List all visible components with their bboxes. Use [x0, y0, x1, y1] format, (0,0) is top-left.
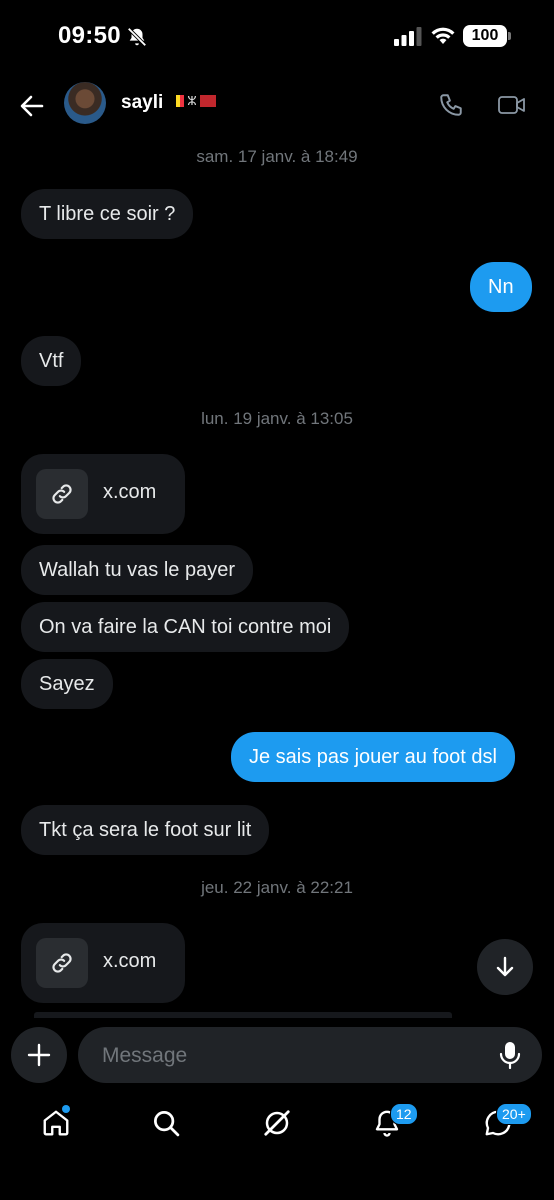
- arrow-down-icon: [496, 956, 514, 977]
- link-icon: [52, 953, 72, 973]
- date-separator: lun. 19 janv. à 13:05: [201, 409, 353, 428]
- nav-grok[interactable]: [259, 1105, 295, 1141]
- date-separator: sam. 17 janv. à 18:49: [196, 147, 358, 166]
- search-icon: [154, 1111, 180, 1137]
- status-bar: 09:50 100: [0, 0, 554, 76]
- cell-signal-icon: [394, 27, 422, 46]
- name-flags: ⵣ: [172, 95, 216, 107]
- link-url: x.com: [103, 950, 157, 972]
- link-icon: [52, 484, 72, 504]
- message-received[interactable]: On va faire la CAN toi contre moi: [21, 602, 350, 652]
- morocco-flag-icon: [200, 95, 216, 107]
- link-url: x.com: [103, 481, 157, 503]
- wifi-icon: [431, 27, 455, 44]
- status-time: 09:50: [58, 22, 121, 49]
- bottom-navigation: 12 20+: [0, 1095, 554, 1155]
- message-received[interactable]: Vtf: [21, 336, 82, 386]
- message-received[interactable]: Sayez: [21, 659, 113, 709]
- message-input[interactable]: [100, 1027, 484, 1085]
- avatar[interactable]: [64, 82, 106, 124]
- microphone-icon[interactable]: [498, 1041, 522, 1069]
- nav-search[interactable]: [148, 1105, 184, 1141]
- message-sent[interactable]: Nn: [470, 262, 532, 312]
- message-composer: [78, 1027, 542, 1085]
- plus-icon: [27, 1043, 51, 1067]
- video-call-icon[interactable]: [497, 92, 527, 118]
- message-sent[interactable]: Je sais pas jouer au foot dsl: [231, 732, 515, 782]
- grok-icon: [264, 1110, 290, 1136]
- date-separator: jeu. 22 janv. à 22:21: [201, 878, 353, 897]
- message-received[interactable]: Tkt ça sera le foot sur lit: [21, 805, 270, 855]
- bell-muted-icon: [127, 27, 147, 47]
- scroll-to-bottom-button[interactable]: [477, 939, 533, 995]
- contact-name[interactable]: sayli: [121, 92, 163, 114]
- partial-message-bubble: [34, 1012, 452, 1018]
- conversation-header: sayli ⵣ: [0, 76, 554, 140]
- add-attachment-button[interactable]: [11, 1027, 67, 1083]
- phone-call-icon[interactable]: [438, 92, 464, 118]
- link-thumbnail: [36, 938, 88, 988]
- messages-badge: 20+: [496, 1103, 532, 1125]
- link-thumbnail: [36, 469, 88, 519]
- notifications-badge: 12: [390, 1103, 418, 1125]
- back-arrow-icon[interactable]: [16, 90, 48, 122]
- battery-tip: [508, 32, 511, 40]
- unread-dot: [62, 1105, 70, 1113]
- link-preview-card[interactable]: x.com: [21, 923, 185, 1003]
- message-received[interactable]: T libre ce soir ?: [21, 189, 194, 239]
- belgium-flag-icon: [172, 95, 184, 107]
- message-received[interactable]: Wallah tu vas le payer: [21, 545, 254, 595]
- link-preview-card[interactable]: x.com: [21, 454, 185, 534]
- battery-indicator: 100: [463, 25, 507, 47]
- amazigh-symbol: ⵣ: [187, 94, 197, 108]
